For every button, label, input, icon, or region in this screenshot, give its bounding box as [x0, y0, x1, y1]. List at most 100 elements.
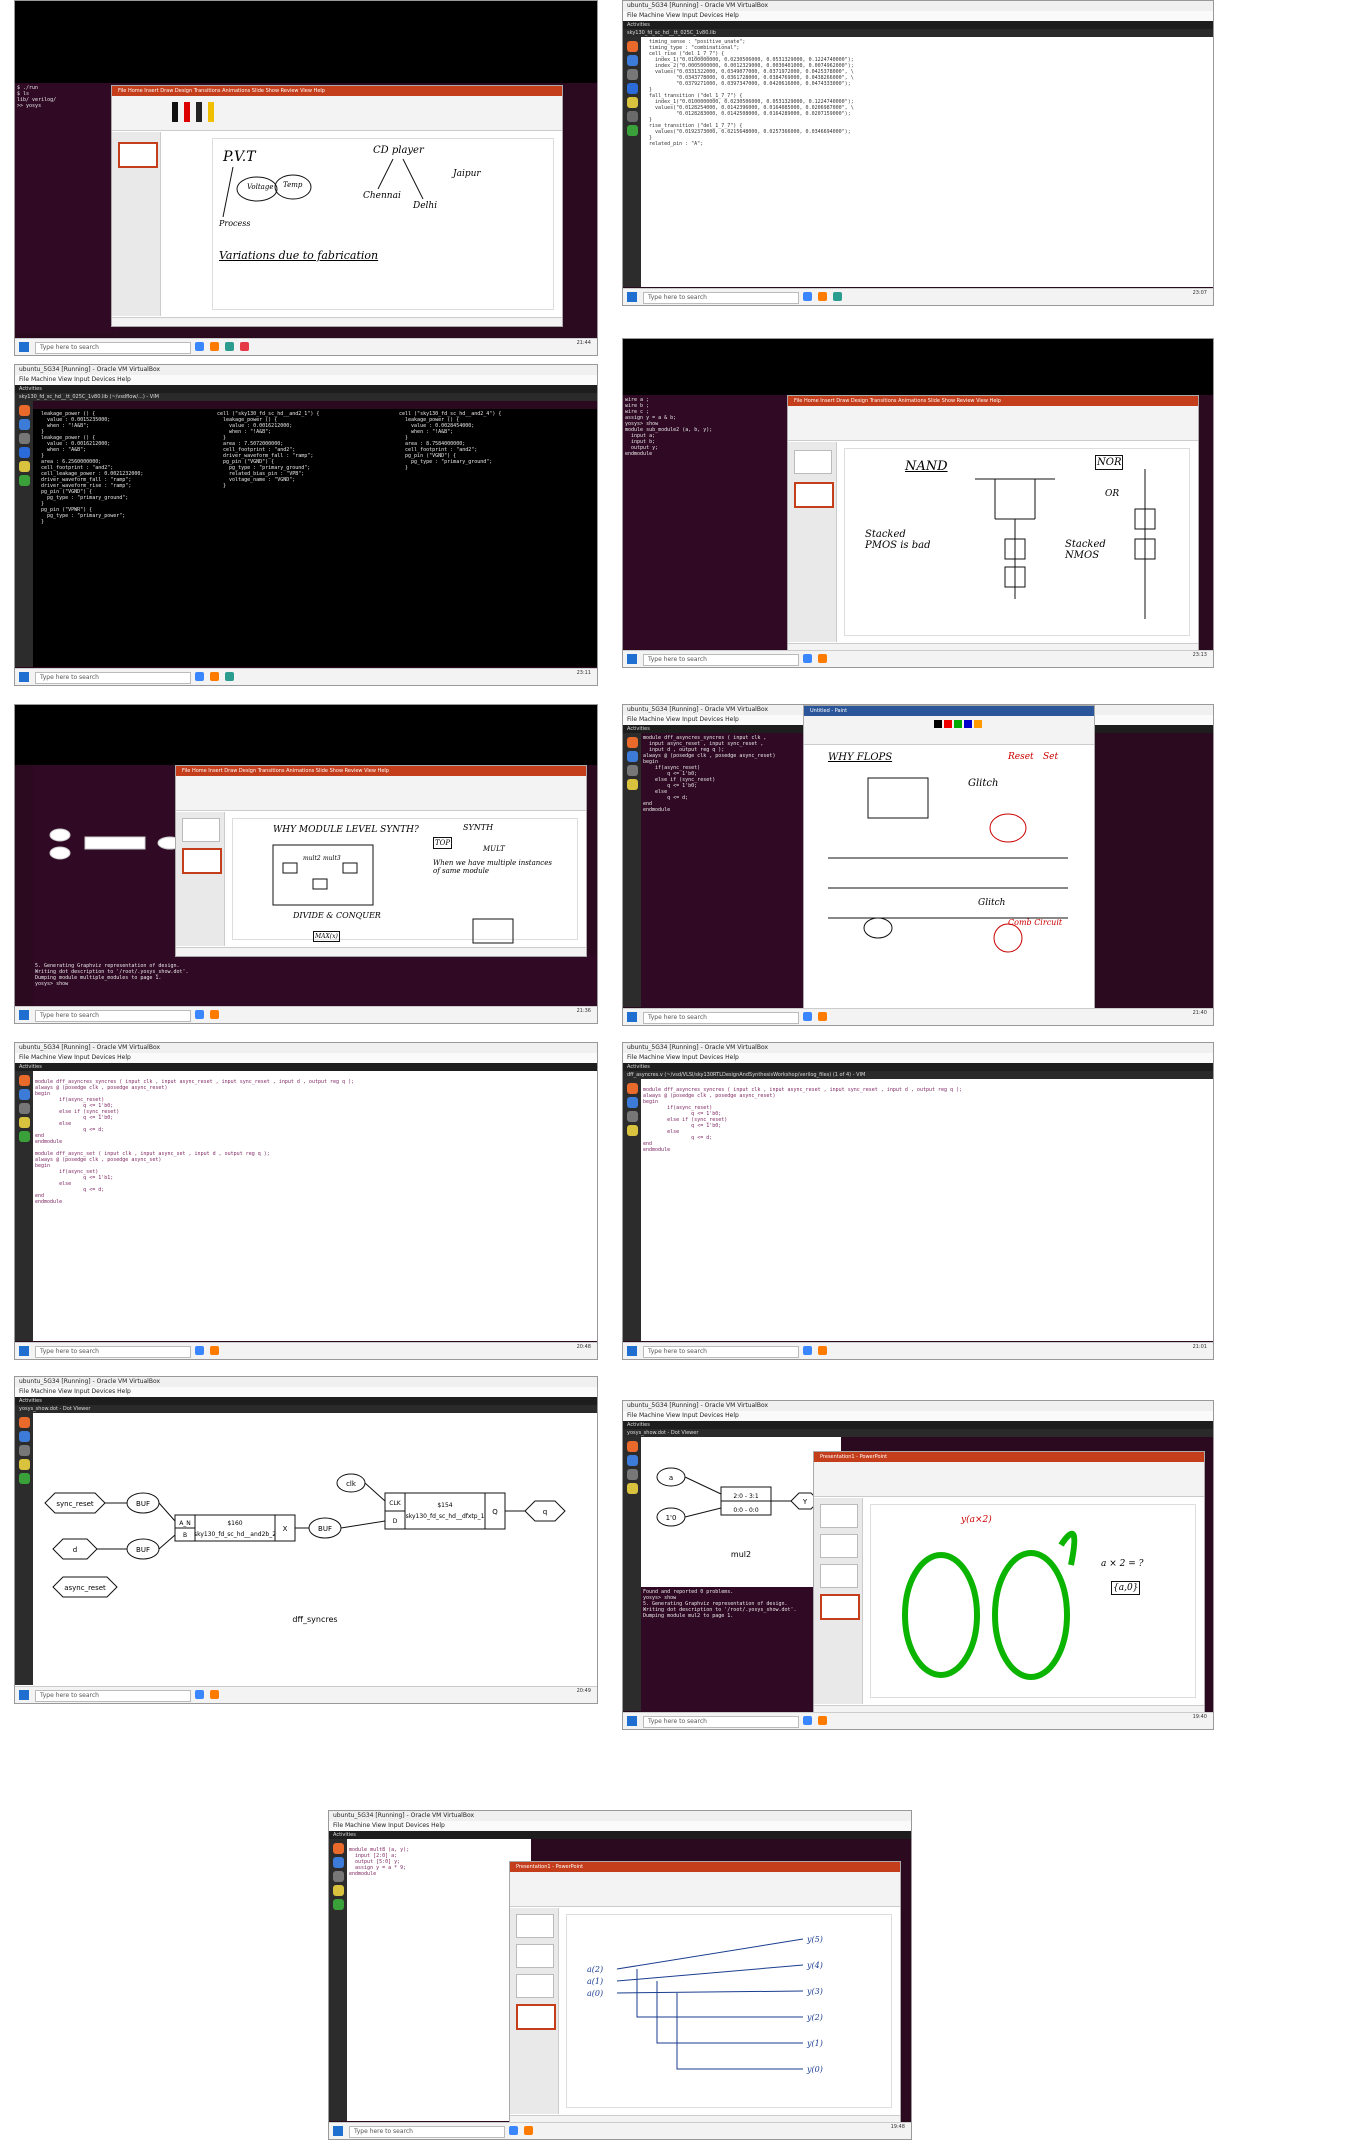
windows-start-icon[interactable] — [627, 1012, 637, 1022]
vbox-menu[interactable]: File Machine View Input Devices Help — [623, 11, 1213, 21]
slide-canvas[interactable]: a × 2 = ? {a,0} y(a×2) — [870, 1504, 1196, 1698]
paint-window[interactable]: Untitled - Paint WHY FLOPS Glitch Reset … — [803, 705, 1095, 1015]
slide-thumbnails[interactable] — [176, 812, 225, 946]
windows-start-icon[interactable] — [19, 1010, 29, 1020]
windows-taskbar: Type here to search 21:44 — [15, 338, 597, 355]
search-input[interactable]: Type here to search — [643, 1716, 799, 1728]
search-input[interactable]: Type here to search — [643, 654, 799, 666]
slide-thumbnail[interactable] — [820, 1534, 858, 1558]
taskbar-icons[interactable] — [803, 1012, 827, 1021]
windows-start-icon[interactable] — [627, 1716, 637, 1726]
ubuntu-dock[interactable] — [623, 733, 641, 1007]
slide-thumbnail[interactable] — [820, 1504, 858, 1528]
slide-thumbnails[interactable] — [510, 1908, 559, 2114]
yosys-graph-thumb — [49, 828, 183, 860]
slide-canvas[interactable]: a(2) a(1) a(0) y(5) y(4) y(3) y(2) y(1) … — [566, 1914, 892, 2108]
activities-label[interactable]: Activities — [627, 726, 650, 732]
windows-start-icon[interactable] — [627, 1346, 637, 1356]
vbox-menu[interactable]: File Machine View Input Devices Help — [329, 1821, 911, 1831]
slide-thumbnails[interactable] — [112, 132, 161, 316]
windows-start-icon[interactable] — [333, 2126, 343, 2136]
taskbar-icons[interactable] — [803, 1716, 827, 1725]
taskbar-icons[interactable] — [195, 1010, 219, 1019]
windows-start-icon[interactable] — [627, 292, 637, 302]
ppt-ribbon[interactable] — [814, 1462, 1204, 1497]
search-input[interactable]: Type here to search — [643, 1346, 799, 1358]
green-circle-annotations — [902, 1530, 1078, 1680]
search-input[interactable]: Type here to search — [643, 1012, 799, 1024]
taskbar-icons[interactable] — [803, 654, 827, 663]
slide-thumbnail[interactable] — [820, 1564, 858, 1588]
search-input[interactable]: Type here to search — [35, 1346, 191, 1358]
dot-viewer-canvas[interactable]: a 1'0 2:0 - 3:1 0:0 - 0:0 Y mul2 — [641, 1437, 841, 1587]
slide-thumbnail[interactable] — [516, 1944, 554, 1968]
activities-label[interactable]: Activities — [19, 386, 42, 392]
ppt-ribbon[interactable] — [510, 1872, 900, 1907]
ubuntu-dock[interactable] — [15, 401, 33, 667]
slide-thumbnail[interactable] — [794, 482, 834, 508]
vbox-menu[interactable]: File Machine View Input Devices Help — [15, 1387, 597, 1397]
search-input[interactable]: Type here to search — [349, 2126, 505, 2138]
ppt-ribbon[interactable] — [788, 406, 1198, 441]
powerpoint-window[interactable]: Presentation1 - PowerPoint a × 2 = ? {a,… — [813, 1451, 1205, 1715]
ubuntu-dock[interactable] — [15, 1071, 33, 1341]
activities-label[interactable]: Activities — [627, 1064, 650, 1070]
paint-canvas[interactable]: WHY FLOPS Glitch Reset Set Glitch Comb C… — [808, 748, 1090, 1002]
ubuntu-dock[interactable] — [623, 37, 641, 287]
windows-start-icon[interactable] — [627, 654, 637, 664]
activities-label[interactable]: Activities — [333, 1832, 356, 1838]
slide-canvas[interactable]: P.V.T Voltage Process Temp CD player Che… — [212, 138, 554, 310]
paint-ribbon[interactable] — [804, 716, 1094, 745]
slide-thumbnail[interactable] — [118, 142, 158, 168]
activities-label[interactable]: Activities — [19, 1064, 42, 1070]
clock: 21:01 — [1192, 1344, 1207, 1350]
slide-thumbnail[interactable] — [516, 1914, 554, 1938]
slide-thumbnail[interactable] — [516, 2004, 556, 2030]
ubuntu-dock[interactable] — [623, 1437, 641, 1711]
slide-thumbnail[interactable] — [516, 1974, 554, 1998]
vbox-menu[interactable]: File Machine View Input Devices Help — [623, 1411, 1213, 1421]
ppt-ribbon[interactable] — [112, 96, 562, 131]
taskbar-icons[interactable] — [195, 342, 249, 351]
slide-thumbnails[interactable] — [788, 442, 837, 642]
powerpoint-window[interactable]: File Home Insert Draw Design Transitions… — [787, 395, 1199, 653]
activities-label[interactable]: Activities — [627, 1422, 650, 1428]
taskbar-icons[interactable] — [195, 672, 234, 681]
windows-start-icon[interactable] — [19, 1690, 29, 1700]
taskbar-icons[interactable] — [195, 1690, 219, 1699]
vbox-menu[interactable]: File Machine View Input Devices Help — [623, 1053, 1213, 1063]
slide-thumbnail[interactable] — [182, 818, 220, 842]
search-input[interactable]: Type here to search — [643, 292, 799, 304]
taskbar-icons[interactable] — [509, 2126, 533, 2135]
windows-start-icon[interactable] — [19, 672, 29, 682]
taskbar-icons[interactable] — [803, 292, 842, 301]
slide-canvas[interactable]: WHY MODULE LEVEL SYNTH? SYNTH TOP MULT W… — [232, 818, 578, 944]
slide-canvas[interactable]: NAND NOR Stacked PMOS is bad Stacked NMO… — [844, 448, 1190, 636]
slide-thumbnail[interactable] — [182, 848, 222, 874]
slide-thumbnail[interactable] — [794, 450, 832, 474]
search-input[interactable]: Type here to search — [35, 342, 191, 354]
clock: 23:11 — [576, 670, 591, 676]
activities-label[interactable]: Activities — [627, 22, 650, 28]
vbox-menu[interactable]: File Machine View Input Devices Help — [15, 375, 597, 385]
ubuntu-dock[interactable] — [623, 1079, 641, 1341]
ubuntu-dock[interactable] — [329, 1839, 347, 2121]
powerpoint-window[interactable]: File Home Insert Draw Design Transitions… — [175, 765, 587, 957]
powerpoint-window[interactable]: Presentation1 - PowerPoint a(2) a(1) a(0… — [509, 1861, 901, 2125]
slide-thumbnail[interactable] — [820, 1594, 860, 1620]
taskbar-icons[interactable] — [195, 1346, 219, 1355]
activities-label[interactable]: Activities — [19, 1398, 42, 1404]
vbox-menu[interactable]: File Machine View Input Devices Help — [15, 1053, 597, 1063]
vim-buffer: timing_sense : "positive_unate"; timing_… — [641, 37, 1213, 287]
ubuntu-dock[interactable] — [15, 1413, 33, 1685]
search-input[interactable]: Type here to search — [35, 1010, 191, 1022]
search-input[interactable]: Type here to search — [35, 672, 191, 684]
powerpoint-window[interactable]: File Home Insert Draw Design Transitions… — [111, 85, 563, 327]
windows-start-icon[interactable] — [19, 1346, 29, 1356]
ppt-ribbon[interactable] — [176, 776, 586, 811]
search-input[interactable]: Type here to search — [35, 1690, 191, 1702]
windows-start-icon[interactable] — [19, 342, 29, 352]
taskbar-icons[interactable] — [803, 1346, 827, 1355]
slide-thumbnails[interactable] — [814, 1498, 863, 1704]
dff-syncres-netlist[interactable]: sync_reset d async_reset BUF BUF A_N B $… — [35, 1437, 595, 1637]
